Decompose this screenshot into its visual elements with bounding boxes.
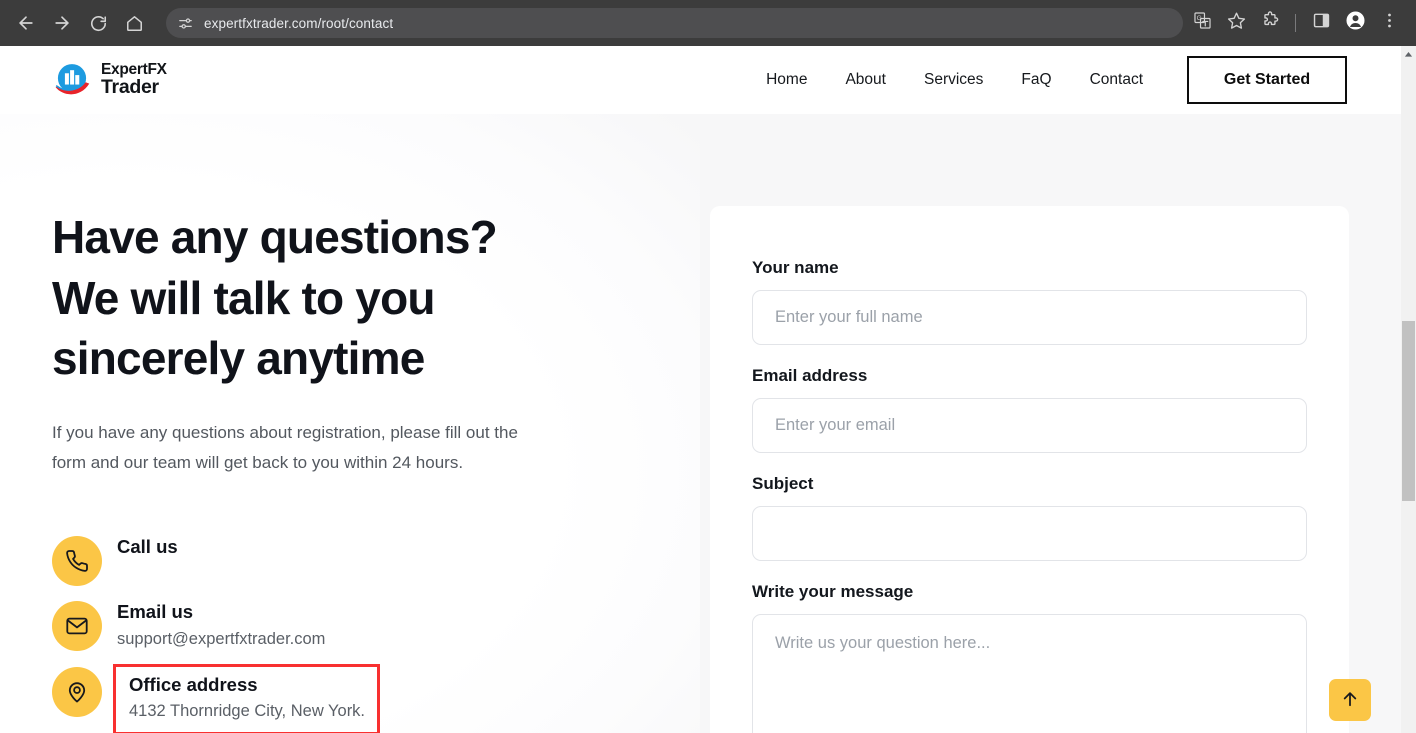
contact-item-call-us[interactable]: Call us — [52, 533, 652, 586]
contact-item-value: support@expertfxtrader.com — [117, 629, 326, 648]
page-content: Have any questions? We will talk to you … — [0, 114, 1401, 733]
page-scrollbar[interactable] — [1401, 46, 1416, 733]
field-message: Write your message — [752, 582, 1307, 733]
forward-arrow-icon — [52, 13, 72, 33]
field-label-your-name: Your name — [752, 258, 839, 277]
hero-paragraph: If you have any questions about registra… — [52, 423, 518, 473]
site-logo-text: ExpertFX Trader — [101, 62, 167, 99]
profile-avatar-icon — [1345, 10, 1366, 36]
reload-button[interactable] — [82, 7, 114, 39]
omnibox-actions: G — [1185, 8, 1253, 38]
field-subject: Subject — [752, 474, 1307, 561]
contact-item-body: Call us — [117, 533, 178, 560]
nav-item-home[interactable]: Home — [766, 71, 807, 89]
scrollbar-thumb[interactable] — [1402, 321, 1415, 501]
tune-sliders-icon[interactable] — [174, 12, 196, 34]
reload-icon — [89, 14, 108, 33]
field-email-address: Email address — [752, 366, 1307, 453]
logo-line-2: Trader — [101, 76, 159, 99]
extensions-button[interactable] — [1255, 8, 1285, 38]
nav-item-services[interactable]: Services — [924, 71, 983, 89]
back-button[interactable] — [10, 7, 42, 39]
contact-item-email-us[interactable]: Email us support@expertfxtrader.com — [52, 598, 652, 652]
translate-icon: G — [1193, 11, 1212, 35]
nav-item-faq[interactable]: FaQ — [1021, 71, 1051, 89]
back-arrow-icon — [16, 13, 36, 33]
field-label-subject: Subject — [752, 474, 814, 493]
chrome-actions — [1253, 8, 1406, 38]
browser-toolbar: expertfxtrader.com/root/contact G — [0, 0, 1416, 46]
contact-item-value: 4132 Thornridge City, New York. — [129, 701, 366, 720]
contact-item-title: Office address — [129, 673, 258, 695]
hero-left-column: Have any questions? We will talk to you … — [52, 114, 652, 733]
envelope-icon — [52, 600, 102, 651]
site-logo[interactable]: ExpertFX Trader — [52, 60, 167, 100]
side-panel-button[interactable] — [1306, 8, 1336, 38]
browser-menu-button[interactable] — [1374, 8, 1404, 38]
get-started-button[interactable]: Get Started — [1187, 56, 1347, 104]
expertfx-logo-icon — [52, 60, 92, 100]
three-dot-menu-icon — [1380, 11, 1399, 35]
subject-input[interactable] — [752, 506, 1307, 561]
your-name-input[interactable] — [752, 290, 1307, 345]
page-title: Have any questions? We will talk to you … — [52, 211, 498, 385]
forward-button[interactable] — [46, 7, 78, 39]
address-bar-url: expertfxtrader.com/root/contact — [204, 15, 394, 31]
profile-button[interactable] — [1340, 8, 1370, 38]
contact-item-title: Email us — [117, 600, 194, 622]
message-textarea[interactable] — [752, 614, 1307, 733]
side-panel-icon — [1312, 11, 1331, 35]
phone-icon — [52, 535, 102, 586]
home-icon — [125, 14, 144, 33]
page-viewport: ExpertFX Trader Home About Services FaQ … — [0, 46, 1416, 733]
nav-item-contact[interactable]: Contact — [1090, 71, 1143, 89]
contact-item-office-address[interactable]: Office address 4132 Thornridge City, New… — [52, 663, 652, 733]
address-bar[interactable]: expertfxtrader.com/root/contact — [166, 8, 1183, 38]
main-navigation: Home About Services FaQ Contact — [766, 71, 1143, 89]
nav-item-about[interactable]: About — [845, 71, 886, 89]
map-pin-icon — [52, 666, 102, 717]
home-button[interactable] — [118, 7, 150, 39]
back-to-top-button[interactable] — [1329, 679, 1371, 721]
field-label-message: Write your message — [752, 582, 914, 601]
puzzle-piece-icon — [1261, 11, 1280, 35]
field-your-name: Your name — [752, 258, 1307, 345]
office-address-highlight: Office address 4132 Thornridge City, New… — [113, 663, 381, 733]
field-label-email-address: Email address — [752, 366, 868, 385]
contact-item-body: Email us support@expertfxtrader.com — [117, 598, 325, 652]
contact-item-title: Call us — [117, 535, 178, 557]
toolbar-divider — [1295, 14, 1296, 32]
contact-info-list: Call us Email us support@expertfxtrader.… — [52, 533, 652, 733]
scrollbar-up-arrow[interactable] — [1401, 46, 1416, 62]
bookmark-button[interactable] — [1221, 8, 1251, 38]
arrow-up-icon — [1340, 689, 1360, 712]
star-icon — [1227, 11, 1246, 35]
contact-form-card: Your name Email address Subject Write yo… — [710, 206, 1349, 733]
site-header: ExpertFX Trader Home About Services FaQ … — [0, 46, 1401, 114]
translate-button[interactable]: G — [1187, 8, 1217, 38]
email-address-input[interactable] — [752, 398, 1307, 453]
